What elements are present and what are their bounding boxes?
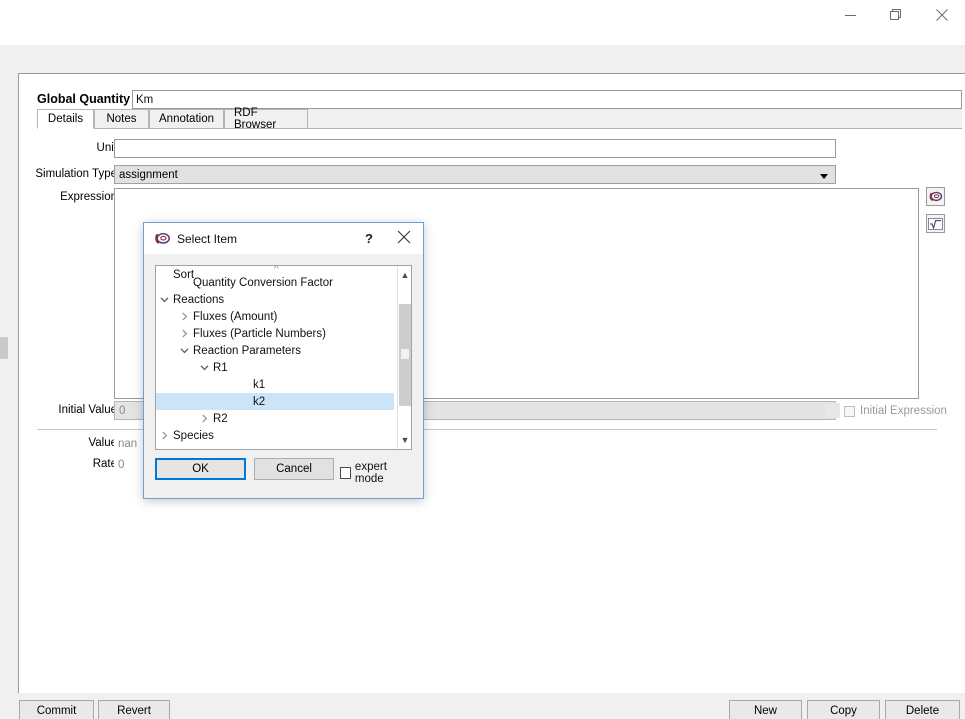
chevron-down-icon [820, 174, 828, 179]
tree-item-label: Quantity Conversion Factor [193, 276, 333, 289]
dialog-title-bar: Select Item ? [144, 223, 423, 254]
simulation-type-value: assignment [119, 169, 178, 181]
scroll-down-arrow-icon[interactable]: ▼ [398, 433, 411, 447]
tree-item-label: Reactions [173, 293, 225, 306]
tree-item[interactable]: R1 [156, 359, 394, 376]
close-icon [397, 230, 411, 244]
math-expression-button[interactable] [926, 214, 945, 233]
item-tree-panel: ^ Sort Quantity Conversion Factor Reactio… [155, 265, 412, 450]
initial-expression-checkbox[interactable] [844, 405, 855, 417]
close-icon [936, 9, 948, 21]
help-icon[interactable]: ? [365, 231, 373, 246]
initial-expression-checkbox-group[interactable]: Initial Expression [826, 403, 947, 418]
left-gutter [0, 45, 18, 695]
tab-notes[interactable]: Notes [94, 109, 149, 129]
chevron-down-icon[interactable] [158, 293, 171, 306]
tree-item[interactable]: Fluxes (Amount) [156, 308, 394, 325]
initial-value-label: Initial Value [58, 404, 117, 416]
tree-item[interactable]: Species [156, 427, 394, 444]
copy-button[interactable]: Copy [807, 700, 880, 719]
unit-label: Unit [96, 142, 117, 154]
chevron-down-icon[interactable] [198, 361, 211, 374]
copasi-logo-icon [155, 233, 170, 244]
tree-item-label: Reaction Parameters [193, 344, 302, 357]
unit-input[interactable] [114, 139, 836, 158]
chevron-right-icon[interactable] [198, 412, 211, 425]
new-button[interactable]: New [729, 700, 802, 719]
ok-button[interactable]: OK [155, 458, 246, 480]
dialog-title: Select Item [177, 231, 238, 246]
bottom-bar: Commit Revert New Copy Delete [0, 693, 965, 719]
chevron-right-icon[interactable] [178, 327, 191, 340]
delete-button[interactable]: Delete [885, 700, 960, 719]
tree-item[interactable]: k1 [156, 376, 394, 393]
chevron-down-icon[interactable] [178, 344, 191, 357]
global-quantity-row: Global Quantity Km [19, 82, 965, 109]
dialog-footer: OK Cancel expert mode [155, 458, 412, 485]
tree-item-label: k2 [253, 395, 266, 408]
expert-mode-label: expert mode [354, 461, 387, 485]
tree-item[interactable]: Fluxes (Particle Numbers) [156, 325, 394, 342]
toolbar-strip [0, 45, 965, 73]
window-title-bar [0, 0, 965, 45]
tree-item-label: Species [173, 429, 214, 442]
tab-annotation[interactable]: Annotation [149, 109, 224, 129]
cancel-button[interactable]: Cancel [254, 458, 334, 480]
expert-mode-checkbox[interactable] [340, 467, 351, 479]
tree-item-label: k1 [253, 378, 266, 391]
minimize-icon [844, 14, 856, 16]
tree-item-label: R1 [213, 361, 228, 374]
rate-label: Rate [92, 458, 117, 470]
restore-icon [890, 9, 901, 20]
revert-button[interactable]: Revert [98, 700, 170, 719]
chevron-right-icon[interactable] [158, 429, 171, 442]
tree-item-label: Fluxes (Amount) [193, 310, 278, 323]
splitter-handle[interactable] [0, 337, 8, 359]
tree-item-label: R2 [213, 412, 228, 425]
tab-rdf-browser[interactable]: RDF Browser [224, 107, 308, 131]
initial-expression-spacer [826, 403, 840, 418]
expression-label: Expression [60, 191, 117, 203]
tree-vertical-scrollbar[interactable]: ▲ ▼ [397, 266, 411, 449]
close-button[interactable] [919, 0, 965, 30]
value-label: Value [88, 437, 117, 449]
scrollbar-grip [401, 349, 409, 359]
simulation-type-select[interactable]: assignment [114, 165, 836, 184]
simulation-type-label: Simulation Type [35, 168, 117, 180]
page-title: Global Quantity [37, 92, 131, 106]
math-expression-icon [928, 217, 943, 230]
expert-mode-checkbox-group[interactable]: expert mode [340, 461, 412, 485]
tree-item[interactable]: Reactions [156, 291, 394, 308]
scrollbar-thumb[interactable] [399, 304, 411, 406]
tree-item[interactable]: Quantity Conversion Factor [156, 274, 394, 291]
chevron-right-icon[interactable] [178, 310, 191, 323]
object-tree: Quantity Conversion Factor Reactions Fluxe… [156, 274, 394, 444]
window-controls [827, 0, 965, 45]
tab-details[interactable]: Details [37, 109, 94, 129]
copasi-object-browser-icon [929, 191, 942, 202]
tree-item[interactable]: Reaction Parameters [156, 342, 394, 359]
dialog-close-button[interactable] [397, 230, 413, 246]
object-browser-button[interactable] [926, 187, 945, 206]
scroll-up-arrow-icon[interactable]: ▲ [398, 268, 411, 282]
tree-item[interactable]: R2 [156, 410, 394, 427]
select-item-dialog: Select Item ? ^ Sort Quantity Conversion… [143, 222, 424, 499]
restore-button[interactable] [873, 0, 919, 30]
tab-bar: Details Notes Annotation RDF Browser [37, 107, 962, 131]
tree-item[interactable]: k2 [156, 393, 394, 410]
commit-button[interactable]: Commit [19, 700, 94, 719]
tree-item-label: Fluxes (Particle Numbers) [193, 327, 326, 340]
minimize-button[interactable] [827, 0, 873, 30]
initial-expression-label: Initial Expression [860, 405, 947, 417]
